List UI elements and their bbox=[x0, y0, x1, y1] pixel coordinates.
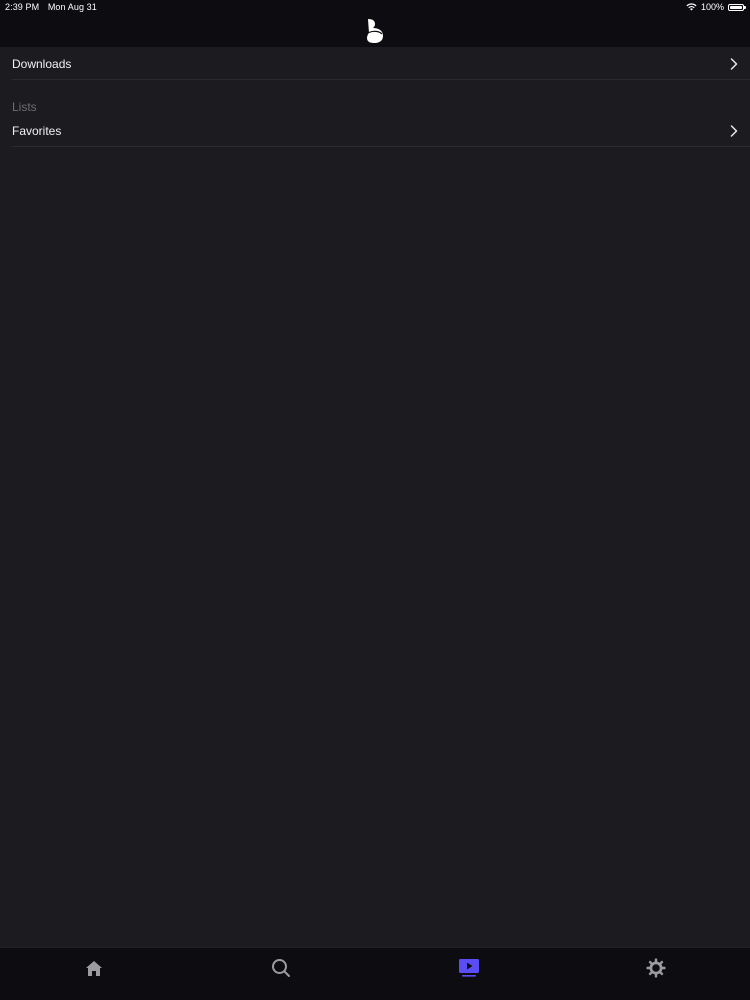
gear-icon bbox=[646, 958, 666, 978]
status-time: 2:39 PM bbox=[5, 2, 40, 12]
status-bar-left: 2:39 PM Mon Aug 31 bbox=[5, 2, 103, 12]
chevron-right-icon bbox=[730, 57, 738, 70]
brand-b-logo-icon bbox=[367, 19, 383, 43]
tab-bar bbox=[0, 947, 750, 1000]
status-bar-right: 100% bbox=[686, 2, 746, 12]
chevron-right-icon bbox=[730, 124, 738, 137]
battery-icon bbox=[728, 3, 746, 11]
search-icon bbox=[272, 959, 290, 977]
screen: 2:39 PM Mon Aug 31 100% Downloads Lists … bbox=[0, 0, 750, 1000]
downloads-row[interactable]: Downloads bbox=[12, 48, 750, 80]
downloads-label: Downloads bbox=[12, 56, 72, 71]
favorites-label: Favorites bbox=[12, 123, 62, 138]
top-bar: 2:39 PM Mon Aug 31 100% bbox=[0, 0, 750, 47]
home-icon bbox=[86, 960, 102, 976]
tab-library[interactable] bbox=[457, 956, 481, 980]
tab-settings[interactable] bbox=[644, 956, 668, 980]
tab-search[interactable] bbox=[269, 956, 293, 980]
battery-percent: 100% bbox=[700, 2, 724, 12]
tab-home[interactable] bbox=[82, 956, 106, 980]
library-icon bbox=[459, 959, 479, 977]
status-date: Mon Aug 31 bbox=[47, 2, 97, 12]
wifi-icon bbox=[686, 3, 697, 11]
favorites-row[interactable]: Favorites bbox=[12, 115, 750, 147]
lists-section-header: Lists bbox=[12, 100, 37, 114]
